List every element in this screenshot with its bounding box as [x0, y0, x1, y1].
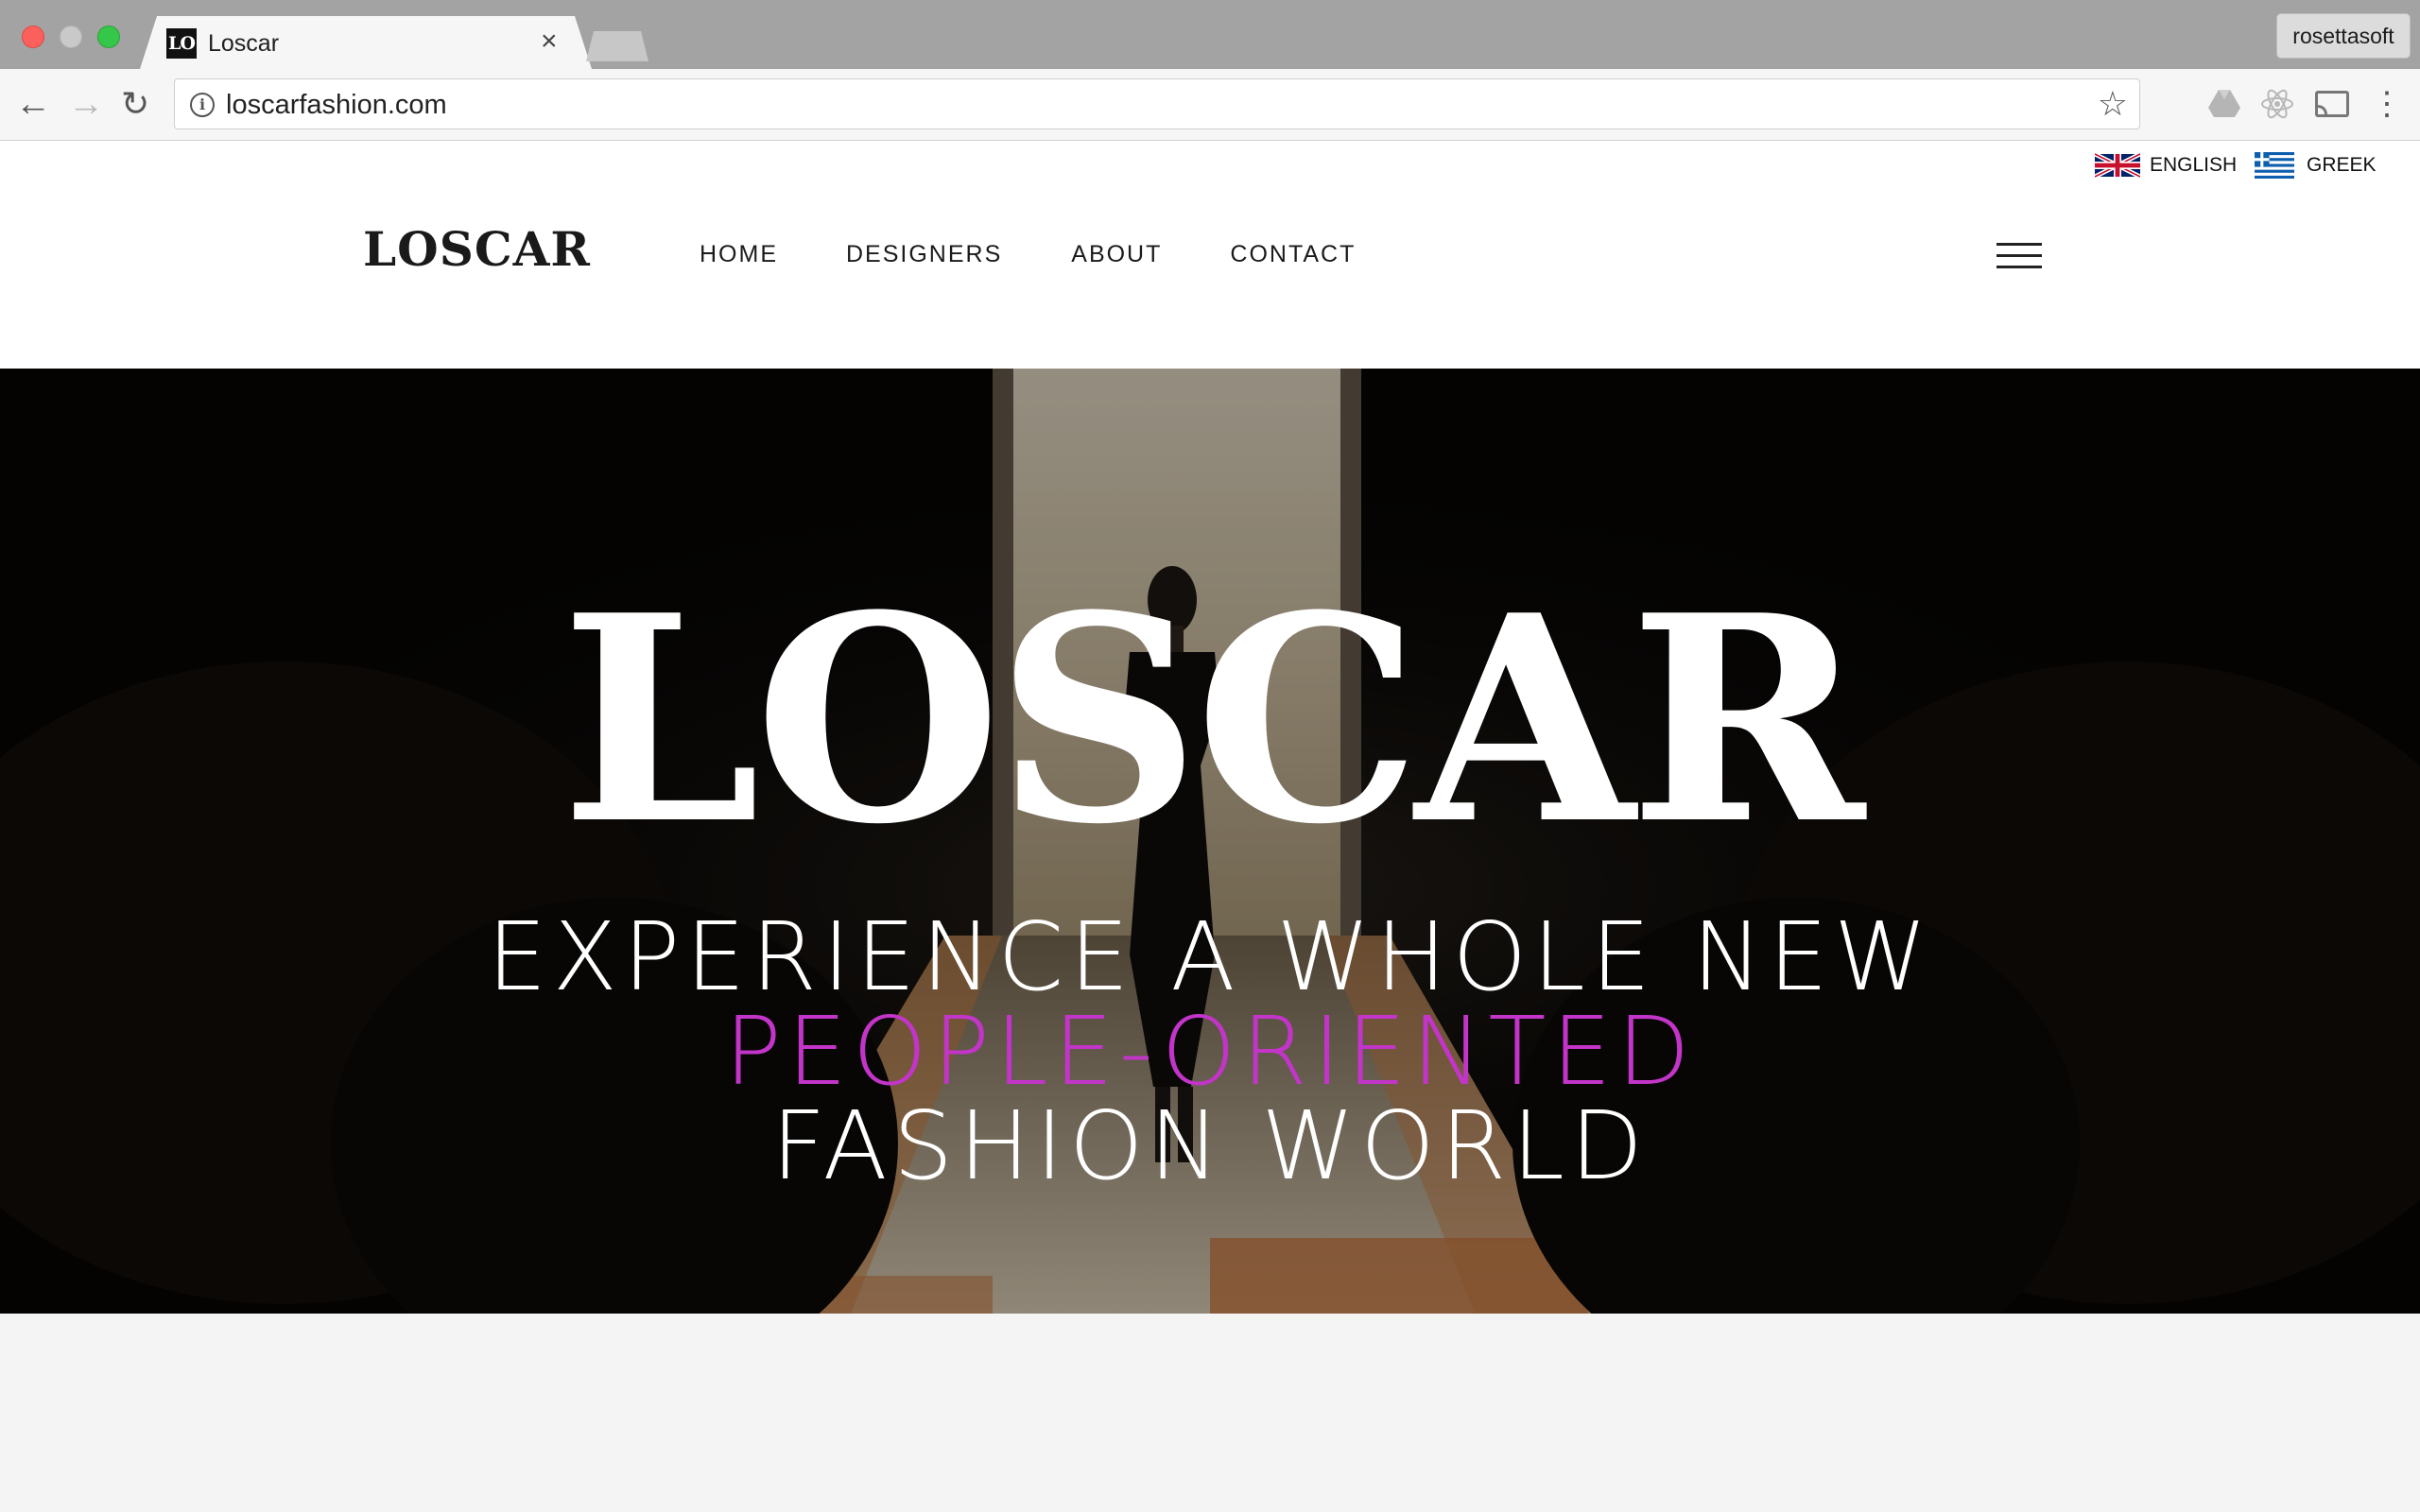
- page-content-area: [0, 1314, 2420, 1512]
- hero-tagline-line-3: FASHION WORLD: [771, 1091, 1649, 1201]
- favicon-icon: LO: [166, 28, 197, 59]
- profile-button[interactable]: rosettasoft: [2276, 13, 2411, 59]
- language-english[interactable]: ENGLISH: [2095, 152, 2237, 179]
- hamburger-menu-icon[interactable]: [1996, 243, 2042, 269]
- language-greek-label: GREEK: [2307, 154, 2377, 176]
- hero-tagline-line-2: PEOPLE-ORIENTED: [724, 996, 1696, 1107]
- browser-toolbar: ← → ↻ i loscarfashion.com ☆ ⋮: [0, 69, 2420, 141]
- close-window-button[interactable]: [22, 26, 44, 48]
- maximize-window-button[interactable]: [97, 26, 120, 48]
- nav-designers[interactable]: DESIGNERS: [846, 240, 1002, 268]
- drive-icon-svg: [2208, 90, 2240, 117]
- main-navigation: HOME DESIGNERS ABOUT CONTACT: [700, 240, 1424, 268]
- tab-title: Loscar: [208, 30, 280, 57]
- close-tab-icon[interactable]: ×: [541, 26, 558, 57]
- language-greek[interactable]: GREEK: [2252, 152, 2377, 179]
- kebab-menu-icon[interactable]: ⋮: [2367, 84, 2407, 124]
- hero-section: LOSCAR EXPERIENCE A WHOLE NEW PEOPLE-ORI…: [0, 369, 2420, 1314]
- hero-title: LOSCAR: [561, 553, 1865, 886]
- nav-contact[interactable]: CONTACT: [1230, 240, 1356, 268]
- browser-tab-loscar[interactable]: LO Loscar ×: [140, 16, 592, 69]
- react-devtools-icon[interactable]: [2257, 84, 2297, 124]
- uk-flag-icon: [2095, 152, 2140, 179]
- cast-icon[interactable]: [2312, 84, 2352, 124]
- star-icon[interactable]: ☆: [2098, 85, 2128, 123]
- hamburger-line: [1996, 254, 2042, 257]
- minimize-window-button[interactable]: [60, 26, 82, 48]
- react-devtools-icon-svg: [2261, 89, 2293, 119]
- url-text[interactable]: loscarfashion.com: [226, 89, 447, 121]
- new-tab-button[interactable]: [586, 31, 648, 61]
- back-icon[interactable]: ←: [15, 82, 51, 126]
- info-icon[interactable]: i: [190, 93, 215, 117]
- site-logo[interactable]: LOSCAR: [363, 224, 591, 275]
- forward-icon[interactable]: →: [68, 82, 104, 126]
- nav-about[interactable]: ABOUT: [1071, 240, 1162, 268]
- reload-icon[interactable]: ↻: [121, 82, 149, 126]
- language-english-label: ENGLISH: [2150, 154, 2238, 176]
- drive-icon[interactable]: [2204, 84, 2244, 124]
- hamburger-line: [1996, 243, 2042, 246]
- hamburger-line: [1996, 266, 2042, 268]
- browser-tab-bar: LO Loscar × rosettasoft: [0, 0, 2420, 69]
- greece-flag-icon: [2255, 152, 2294, 179]
- nav-home[interactable]: HOME: [700, 240, 778, 268]
- cast-icon-shape: [2315, 91, 2349, 117]
- hero-tagline-line-1: EXPERIENCE A WHOLE NEW: [487, 902, 1933, 1012]
- address-bar[interactable]: i loscarfashion.com ☆: [174, 78, 2140, 129]
- site-header: ENGLISH GREEK LOSCAR HOME DESIGNERS ABOU…: [0, 141, 2420, 369]
